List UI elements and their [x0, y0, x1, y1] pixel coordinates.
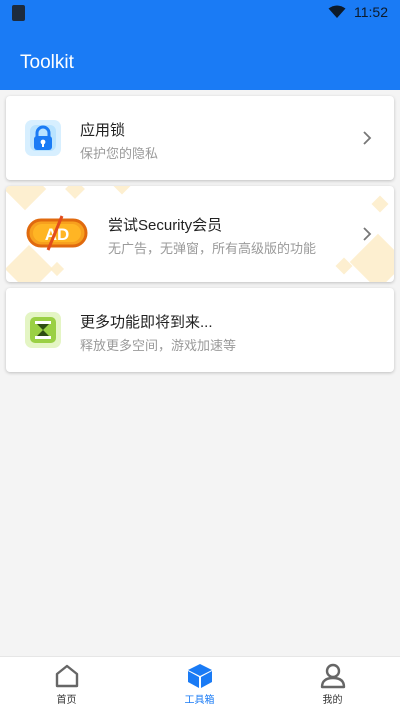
card-subtitle: 无广告，无弹窗，所有高级版的功能 — [108, 241, 317, 256]
nav-label: 首页 — [56, 695, 77, 706]
home-icon — [55, 664, 78, 688]
wifi-icon — [328, 5, 346, 18]
decoration — [113, 186, 131, 195]
status-bar: 11:52 — [0, 0, 400, 26]
status-time: 11:52 — [354, 4, 388, 20]
coming-soon-card: 更多功能即将到来... 释放更多空间，游戏加速等 — [6, 288, 394, 372]
nav-toolbox[interactable]: 工具箱 — [133, 657, 266, 710]
decoration — [371, 195, 389, 213]
chevron-right-icon — [363, 227, 372, 241]
chevron-right-icon — [363, 131, 372, 145]
toolbox-cube-icon — [187, 664, 212, 688]
nav-label: 工具箱 — [184, 695, 215, 706]
status-right-group: 11:52 — [328, 4, 388, 20]
card-subtitle: 释放更多空间，游戏加速等 — [80, 338, 237, 353]
card-title: 更多功能即将到来... — [80, 314, 213, 331]
card-title: 尝试Security会员 — [108, 217, 223, 234]
premium-card[interactable]: AD 尝试Security会员 无广告，无弹窗，所有高级版的功能 — [6, 186, 394, 282]
app-lock-card[interactable]: 应用锁 保护您的隐私 — [6, 96, 394, 180]
nav-home[interactable]: 首页 — [0, 657, 133, 710]
ad-free-icon: AD — [26, 215, 88, 251]
lock-icon — [25, 120, 61, 156]
card-subtitle: 保护您的隐私 — [80, 146, 159, 161]
notification-icon — [12, 5, 25, 21]
card-title: 应用锁 — [80, 122, 126, 139]
bottom-nav: 首页 工具箱 我的 — [0, 656, 400, 710]
hourglass-icon — [25, 312, 61, 348]
decoration — [49, 261, 65, 277]
profile-icon — [320, 663, 345, 689]
app-bar: Toolkit — [0, 26, 400, 90]
decoration — [65, 186, 85, 199]
nav-label: 我的 — [322, 695, 343, 706]
page-title: Toolkit — [20, 52, 74, 73]
decoration — [6, 186, 47, 211]
nav-profile[interactable]: 我的 — [266, 657, 399, 710]
